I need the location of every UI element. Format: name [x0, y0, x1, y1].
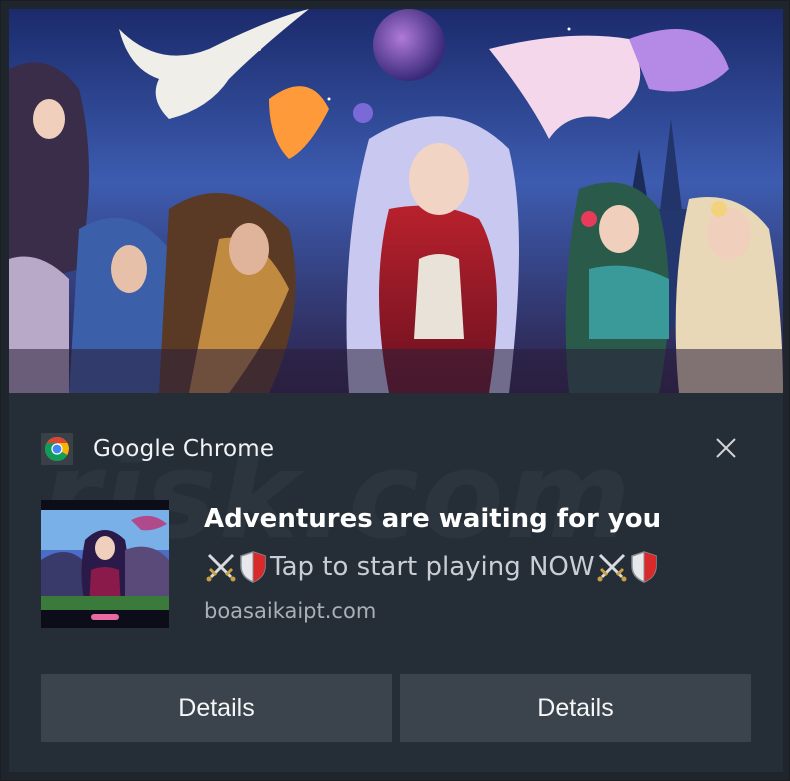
crossed-swords-icon [204, 550, 238, 584]
shield-icon [238, 550, 268, 584]
notification-body-text: Tap to start playing NOW [270, 552, 595, 582]
shield-icon [629, 550, 659, 584]
notification-thumbnail [41, 500, 169, 628]
app-name: Google Chrome [93, 436, 275, 462]
notification-body: Tap to start playing NOW [204, 548, 661, 586]
notification-source: boasaikaipt.com [204, 599, 377, 623]
close-icon [716, 438, 736, 458]
details-button-1[interactable]: Details [41, 674, 392, 742]
chrome-logo-icon [41, 433, 73, 465]
notification-window: risk.com Google Chrome [0, 0, 790, 781]
notification-title: Adventures are waiting for you [204, 504, 662, 534]
hero-banner-image[interactable] [9, 9, 783, 393]
details-button-2[interactable]: Details [400, 674, 751, 742]
close-button[interactable] [707, 431, 745, 465]
notification-header: Google Chrome [41, 431, 274, 467]
crossed-swords-icon [595, 550, 629, 584]
